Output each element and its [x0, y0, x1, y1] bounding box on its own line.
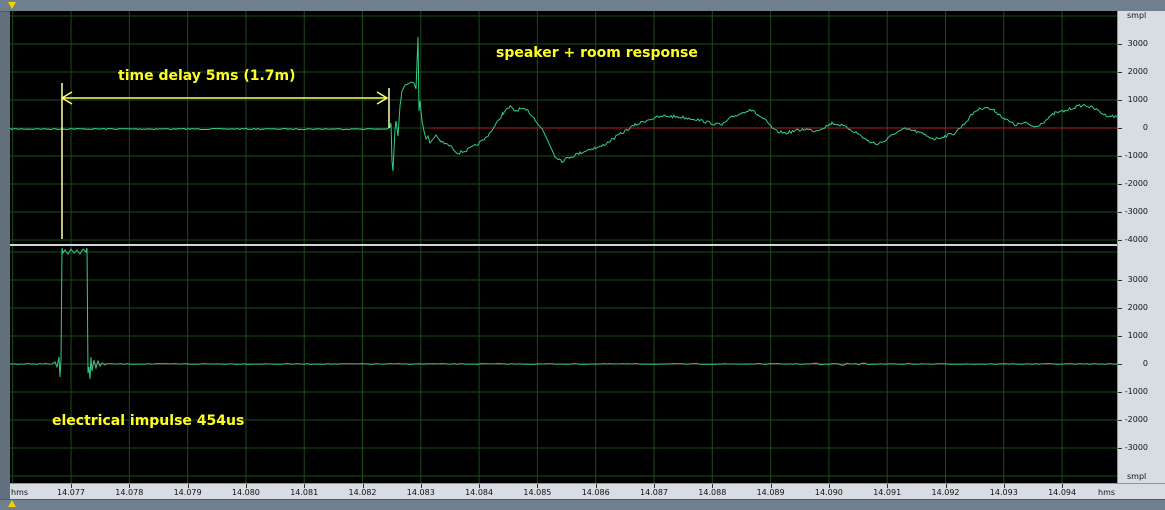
ruler-label: -4000	[1124, 235, 1148, 244]
ruler-tick	[1118, 72, 1122, 73]
time-label: 14.093	[989, 488, 1018, 497]
electrical-impulse-trace	[10, 247, 1117, 380]
time-label: 14.080	[231, 488, 260, 497]
time-label: 14.094	[1048, 488, 1077, 497]
time-label: 14.086	[581, 488, 610, 497]
time-label: 14.084	[465, 488, 494, 497]
ruler-tick	[1118, 308, 1122, 309]
ruler-tick	[1118, 128, 1122, 129]
ruler-label: 1000	[1127, 331, 1148, 340]
ruler-label: 3000	[1127, 39, 1148, 48]
ruler-unit-bottom: smpl	[1127, 472, 1147, 481]
time-label: 14.083	[406, 488, 435, 497]
time-delay-annotation: time delay 5ms (1.7m)	[118, 68, 296, 84]
time-label: 14.090	[814, 488, 843, 497]
cursor-marker-top-icon[interactable]	[8, 2, 16, 9]
time-ruler[interactable]: hms hms 14.077 14.078 14.079 14.080 14.081 14.0…	[10, 483, 1117, 500]
ruler-label: 0	[1142, 123, 1148, 132]
electrical-impulse-annotation: electrical impulse 454us	[52, 413, 245, 429]
ruler-label: 0	[1142, 359, 1148, 368]
time-label: 14.078	[115, 488, 144, 497]
ruler-label: 3000	[1127, 275, 1148, 284]
waveform-display[interactable]: time delay 5ms (1.7m) speaker + room res…	[10, 11, 1117, 483]
ruler-tick	[1118, 336, 1122, 337]
time-unit-right: hms	[1098, 488, 1116, 497]
time-label: 14.092	[931, 488, 960, 497]
ruler-label: 2000	[1127, 67, 1148, 76]
ruler-label: -1000	[1124, 151, 1148, 160]
time-label: 14.077	[57, 488, 85, 497]
bottom-marker-bar[interactable]	[0, 499, 1165, 510]
audio-editor-window: time delay 5ms (1.7m) speaker + room res…	[0, 0, 1165, 510]
ruler-tick	[1118, 392, 1122, 393]
time-label: 14.091	[873, 488, 902, 497]
ruler-tick	[1118, 420, 1122, 421]
ruler-label: -2000	[1124, 415, 1148, 424]
time-label: 14.088	[698, 488, 727, 497]
ruler-tick	[1118, 100, 1122, 101]
cursor-marker-bottom-icon[interactable]	[8, 500, 16, 507]
ruler-tick	[1118, 44, 1122, 45]
ruler-tick	[1118, 212, 1122, 213]
ruler-label: -1000	[1124, 387, 1148, 396]
ruler-label: -2000	[1124, 179, 1148, 188]
ruler-label: -3000	[1124, 207, 1148, 216]
annotation-overlays	[60, 83, 390, 239]
ruler-label: -3000	[1124, 443, 1148, 452]
ruler-corner	[1117, 483, 1165, 500]
ruler-tick	[1118, 448, 1122, 449]
time-label: 14.081	[290, 488, 319, 497]
ruler-tick	[1118, 280, 1122, 281]
electrical-impulse-waveform	[10, 247, 1117, 380]
ruler-tick	[1118, 184, 1122, 185]
time-label: 14.089	[756, 488, 785, 497]
amplitude-ruler[interactable]: smpl smpl 3000 2000 1000 0 -1000 -2000 -3000 -400…	[1117, 11, 1165, 483]
time-unit-left: hms	[11, 488, 29, 497]
time-label: 14.082	[348, 488, 377, 497]
speaker-room-annotation: speaker + room response	[496, 45, 698, 61]
time-label: 14.087	[640, 488, 668, 497]
time-label: 14.085	[523, 488, 552, 497]
ruler-unit-top: smpl	[1127, 11, 1147, 20]
time-label: 14.079	[173, 488, 202, 497]
ruler-tick	[1118, 156, 1122, 157]
ruler-label: 2000	[1127, 303, 1148, 312]
ruler-tick	[1118, 240, 1122, 241]
ruler-tick	[1118, 364, 1122, 365]
ruler-label: 1000	[1127, 95, 1148, 104]
